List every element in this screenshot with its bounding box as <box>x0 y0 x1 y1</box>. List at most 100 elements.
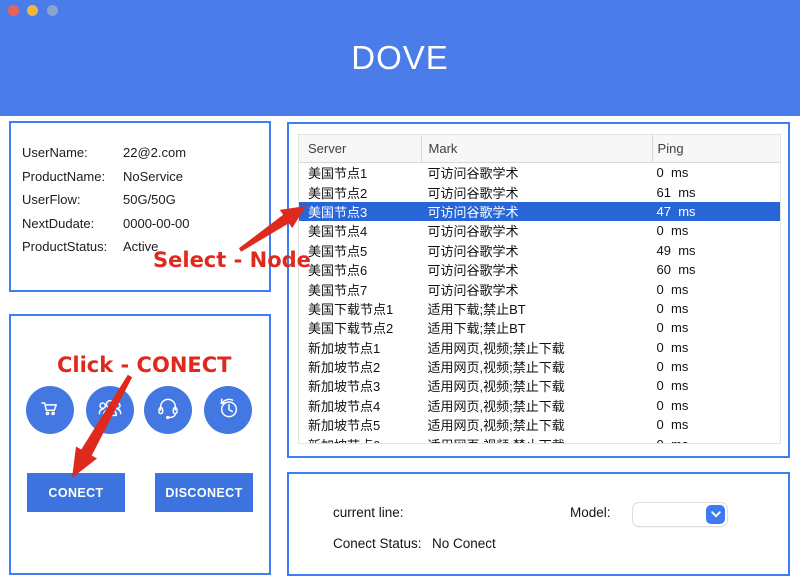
cell-mark: 适用网页,视频;禁止下载 <box>421 396 652 415</box>
server-row[interactable]: 美国节点5可访问谷歌学术49 ms <box>299 241 780 260</box>
server-row[interactable]: 新加坡节点4适用网页,视频;禁止下载0 ms <box>299 396 780 415</box>
server-row[interactable]: 美国节点1可访问谷歌学术0 ms <box>299 163 780 182</box>
cell-server: 新加坡节点5 <box>299 415 421 434</box>
model-select[interactable] <box>633 503 727 526</box>
server-row[interactable]: 新加坡节点5适用网页,视频;禁止下载0 ms <box>299 415 780 434</box>
server-row[interactable]: 美国节点6可访问谷歌学术60 ms <box>299 260 780 279</box>
titlebar: DOVE <box>0 0 800 116</box>
cell-server: 美国节点1 <box>299 163 421 182</box>
account-field-label: ProductName: <box>22 169 123 184</box>
server-row[interactable]: 美国节点4可访问谷歌学术0 ms <box>299 221 780 240</box>
select-node-arrow <box>238 200 308 255</box>
cell-ping: 0 ms <box>652 359 780 374</box>
cell-server: 美国节点6 <box>299 260 421 279</box>
cell-ping: 0 ms <box>652 301 780 316</box>
cell-mark: 可访问谷歌学术 <box>421 221 652 240</box>
account-field-label: NextDudate: <box>22 216 123 231</box>
status-panel: current line: Model: Conect Status: No C… <box>287 472 790 576</box>
server-row[interactable]: 新加坡节点3适用网页,视频;禁止下载0 ms <box>299 376 780 395</box>
cell-server: 美国节点4 <box>299 221 421 240</box>
app-window: DOVE UserName:22@2.comProductName:NoServ… <box>0 0 800 586</box>
minimize-button[interactable] <box>27 5 38 16</box>
account-field-value: 50G/50G <box>123 192 176 207</box>
server-row[interactable]: 美国节点7可访问谷歌学术0 ms <box>299 279 780 298</box>
cell-server: 美国节点7 <box>299 280 421 299</box>
server-table-header: Server Mark Ping <box>299 135 780 163</box>
server-row[interactable]: 新加坡节点6适用网页,视频;禁止下载0 ms <box>299 434 780 444</box>
zoom-button[interactable] <box>47 5 58 16</box>
actions-panel: Click - CONECT <box>9 314 271 575</box>
conect-status-value: No Conect <box>432 536 496 551</box>
cell-mark: 适用网页,视频;禁止下载 <box>421 357 652 376</box>
history-clock-icon <box>212 392 244 429</box>
cell-ping: 61 ms <box>652 185 780 200</box>
account-field-row: ProductName:NoService <box>22 165 269 189</box>
server-row[interactable]: 新加坡节点2适用网页,视频;禁止下载0 ms <box>299 357 780 376</box>
cell-ping: 0 ms <box>652 223 780 238</box>
chevron-down-icon <box>706 505 725 524</box>
headset-icon <box>152 392 184 429</box>
cell-ping: 47 ms <box>652 204 780 219</box>
cell-server: 新加坡节点6 <box>299 435 421 444</box>
cell-server: 新加坡节点3 <box>299 376 421 395</box>
cell-ping: 0 ms <box>652 437 780 444</box>
cell-mark: 适用网页,视频;禁止下载 <box>421 376 652 395</box>
disconnect-button[interactable]: DISCONECT <box>155 473 253 512</box>
column-header-ping[interactable]: Ping <box>652 135 780 162</box>
cell-ping: 0 ms <box>652 340 780 355</box>
cell-server: 美国节点5 <box>299 241 421 260</box>
account-field-row: UserName:22@2.com <box>22 141 269 165</box>
cell-server: 美国节点2 <box>299 183 421 202</box>
cell-mark: 适用网页,视频;禁止下载 <box>421 415 652 434</box>
cell-mark: 可访问谷歌学术 <box>421 241 652 260</box>
server-row[interactable]: 美国节点2可访问谷歌学术61 ms <box>299 182 780 201</box>
cell-ping: 0 ms <box>652 417 780 432</box>
cell-server: 新加坡节点1 <box>299 338 421 357</box>
server-row[interactable]: 美国下载节点1适用下载;禁止BT0 ms <box>299 299 780 318</box>
column-header-server[interactable]: Server <box>299 135 421 162</box>
account-field-row: NextDudate:0000-00-00 <box>22 212 269 236</box>
account-field-label: UserName: <box>22 145 123 160</box>
cell-mark: 适用网页,视频;禁止下载 <box>421 338 652 357</box>
server-panel: Server Mark Ping 美国节点1可访问谷歌学术0 ms美国节点2可访… <box>287 122 790 458</box>
cell-mark: 适用下载;禁止BT <box>421 299 652 318</box>
cell-ping: 0 ms <box>652 165 780 180</box>
cell-ping: 49 ms <box>652 243 780 258</box>
server-row[interactable]: 新加坡节点1适用网页,视频;禁止下载0 ms <box>299 338 780 357</box>
account-field-label: UserFlow: <box>22 192 123 207</box>
cell-mark: 适用网页,视频;禁止下载 <box>421 435 652 444</box>
column-header-mark[interactable]: Mark <box>421 135 652 162</box>
cell-ping: 0 ms <box>652 320 780 335</box>
account-field-label: ProductStatus: <box>22 239 123 254</box>
cell-ping: 0 ms <box>652 378 780 393</box>
server-row[interactable]: 美国下载节点2适用下载;禁止BT0 ms <box>299 318 780 337</box>
cell-ping: 60 ms <box>652 262 780 277</box>
cell-mark: 可访问谷歌学术 <box>421 183 652 202</box>
current-line-label: current line: <box>333 505 404 520</box>
cell-mark: 可访问谷歌学术 <box>421 280 652 299</box>
account-field-row: UserFlow:50G/50G <box>22 188 269 212</box>
server-table-body: 美国节点1可访问谷歌学术0 ms美国节点2可访问谷歌学术61 ms美国节点3可访… <box>299 163 780 444</box>
cell-ping: 0 ms <box>652 282 780 297</box>
conect-status-label: Conect Status: <box>333 536 422 551</box>
close-button[interactable] <box>8 5 19 16</box>
cell-server: 新加坡节点4 <box>299 396 421 415</box>
server-table: Server Mark Ping 美国节点1可访问谷歌学术0 ms美国节点2可访… <box>298 134 781 444</box>
account-field-value: 0000-00-00 <box>123 216 190 231</box>
account-fields: UserName:22@2.comProductName:NoServiceUs… <box>11 123 269 259</box>
model-label: Model: <box>570 505 611 520</box>
cell-mark: 适用下载;禁止BT <box>421 318 652 337</box>
cell-mark: 可访问谷歌学术 <box>421 260 652 279</box>
cell-server: 美国下载节点2 <box>299 318 421 337</box>
click-conect-arrow <box>60 372 140 484</box>
history-button[interactable] <box>204 386 252 434</box>
app-title: DOVE <box>0 39 800 77</box>
cell-mark: 可访问谷歌学术 <box>421 202 652 221</box>
cell-ping: 0 ms <box>652 398 780 413</box>
cell-mark: 可访问谷歌学术 <box>421 163 652 182</box>
support-button[interactable] <box>144 386 192 434</box>
account-field-value: NoService <box>123 169 183 184</box>
cell-server: 美国下载节点1 <box>299 299 421 318</box>
account-field-value: 22@2.com <box>123 145 186 160</box>
server-row-selected[interactable]: 美国节点3可访问谷歌学术47 ms <box>299 202 780 221</box>
